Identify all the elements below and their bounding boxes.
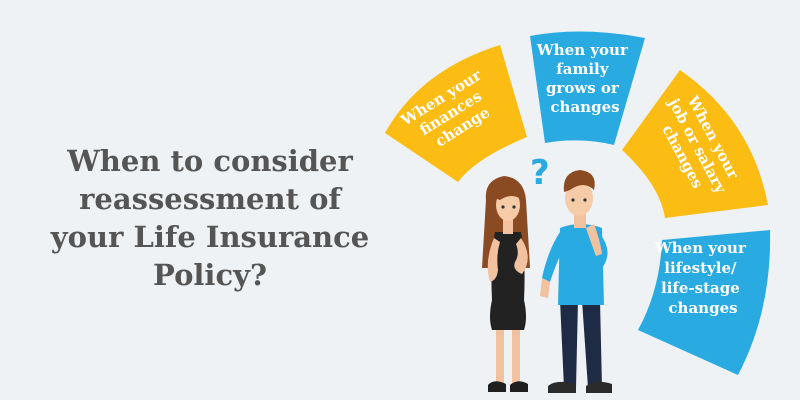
man-figure-icon bbox=[540, 170, 612, 393]
segment-job: When your job or salary changes bbox=[622, 70, 768, 218]
segment-family: When your family grows or changes bbox=[530, 31, 645, 146]
woman-figure-icon bbox=[482, 176, 530, 392]
segment-lifestyle-line-3: life-stage bbox=[661, 279, 740, 297]
segment-family-line-1: When your bbox=[536, 41, 629, 59]
segment-lifestyle: When your lifestyle/ life-stage changes bbox=[638, 230, 771, 375]
segment-lifestyle-line-2: lifestyle/ bbox=[664, 259, 737, 277]
segment-family-line-4: changes bbox=[550, 98, 619, 116]
segment-lifestyle-line-1: When your bbox=[654, 239, 747, 257]
segment-finances: When your finances change bbox=[385, 45, 527, 182]
illustration: When your finances change When your fami… bbox=[385, 31, 771, 393]
segment-lifestyle-line-4: changes bbox=[668, 299, 737, 317]
segment-family-text: When your family grows or changes bbox=[536, 41, 633, 116]
segment-family-line-2: family bbox=[556, 60, 609, 78]
question-mark-icon: ? bbox=[530, 153, 550, 193]
segment-family-line-3: grows or bbox=[546, 79, 620, 97]
